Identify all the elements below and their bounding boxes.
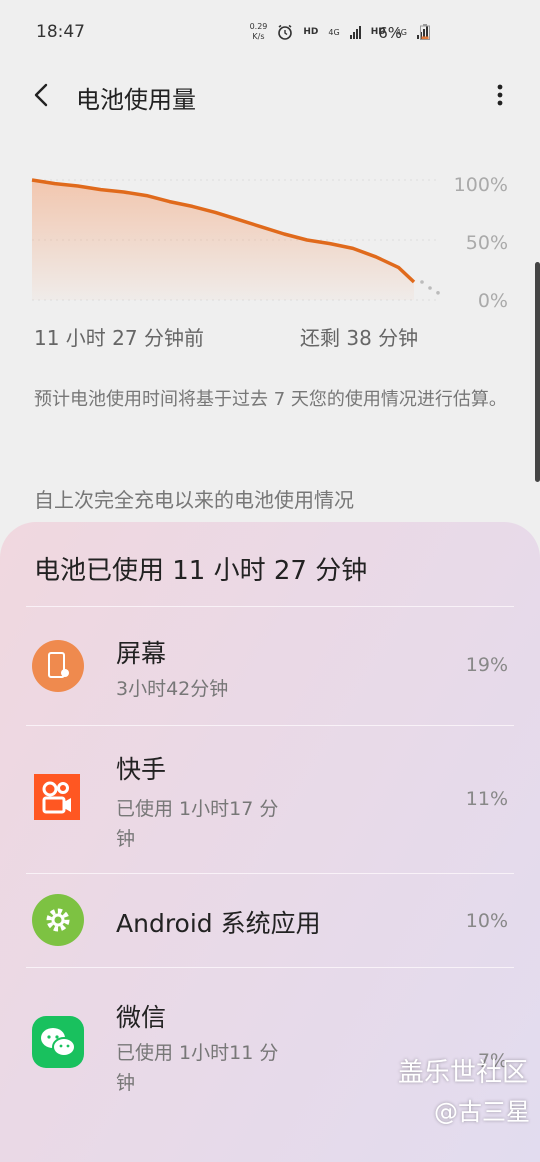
network-speed-value: 0.29: [249, 22, 268, 31]
battery-percent: 6%: [378, 24, 402, 42]
x-label-start: 11 小时 27 分钟前: [34, 326, 204, 350]
app-usage: 已使用 1小时11 分钟: [116, 1042, 279, 1094]
app-percent: 11%: [465, 788, 508, 810]
android-system-icon: [32, 894, 84, 946]
page-title: 电池使用量: [76, 86, 196, 114]
wechat-icon: [32, 1016, 84, 1068]
status-time: 18:47: [36, 22, 85, 42]
projection-dot: [436, 291, 440, 295]
network-speed: 0.29 K/s: [250, 22, 268, 42]
alarm-icon: [278, 24, 293, 40]
app-percent: 19%: [465, 654, 508, 676]
network-speed-unit: K/s: [252, 32, 265, 41]
app-row-screen[interactable]: 屏幕 3小时42分钟 19%: [0, 608, 540, 724]
y-tick-50: 50%: [465, 232, 508, 254]
projection-dot: [420, 280, 424, 284]
app-row-kuaishou[interactable]: 快手 已使用 1小时17 分钟 11%: [0, 726, 540, 872]
more-options-icon[interactable]: [490, 78, 510, 112]
estimate-note: 预计电池使用时间将基于过去 7 天您的使用情况进行估算。: [34, 389, 507, 410]
battery-icon: [420, 24, 430, 40]
kuaishou-icon: [34, 774, 80, 820]
back-arrow-icon[interactable]: [28, 78, 58, 112]
y-tick-100: 100%: [453, 174, 508, 196]
status-bar: 18:47 0.29 K/s HD 4G HD 4G 6%: [0, 0, 540, 66]
y-tick-0: 0%: [477, 290, 508, 312]
projection-dot: [428, 286, 432, 290]
app-name: 快手: [116, 755, 167, 784]
app-usage: 已使用 1小时17 分钟: [116, 798, 279, 850]
hd-badge-1: HD: [303, 27, 319, 37]
signal-icon-1: [349, 25, 361, 39]
watermark-handle: @古三星: [434, 1098, 530, 1126]
app-name: 屏幕: [116, 639, 167, 668]
app-header: 电池使用量: [0, 66, 540, 126]
app-name: 微信: [116, 1003, 167, 1032]
scrollbar[interactable]: [535, 262, 540, 482]
watermark-brand: 盖乐世社区: [397, 1058, 528, 1088]
app-row-android-system[interactable]: Android 系统应用 10%: [0, 874, 540, 966]
app-name: Android 系统应用: [116, 909, 321, 938]
divider: [26, 606, 514, 607]
section-heading: 自上次完全充电以来的电池使用情况: [34, 488, 354, 512]
app-percent: 10%: [465, 910, 508, 932]
app-usage: 3小时42分钟: [116, 678, 229, 700]
battery-chart: 100% 50% 0% 11 小时 27 分钟前 还剩 38 分钟: [0, 160, 540, 360]
screen-icon: [32, 640, 84, 692]
usage-total-title: 电池已使用 11 小时 27 分钟: [34, 556, 368, 586]
network-type-1: 4G: [328, 27, 340, 37]
x-label-end: 还剩 38 分钟: [300, 326, 419, 350]
